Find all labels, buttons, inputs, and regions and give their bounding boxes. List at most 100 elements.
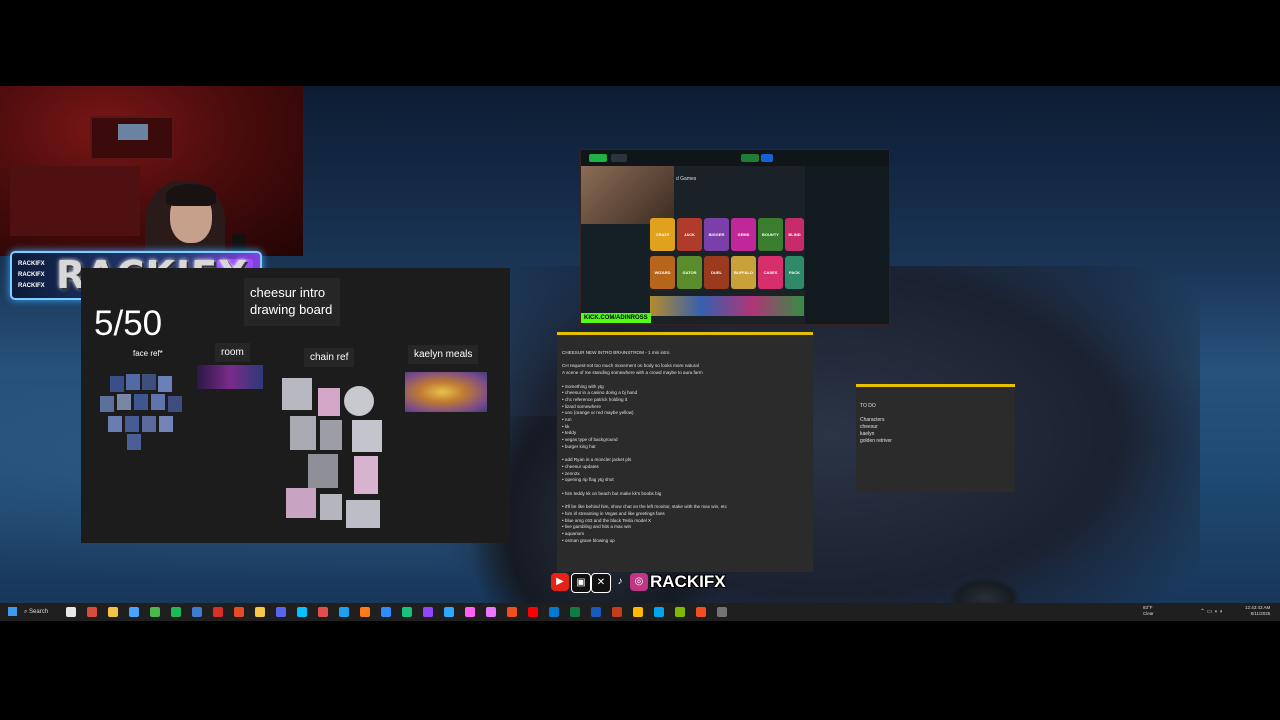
game-tile-label: PACK	[788, 270, 801, 275]
taskbar-app-icon[interactable]	[402, 607, 412, 617]
notes-body[interactable]: CHEESUR NEW INTRO BRAINSTROM - 1 min int…	[562, 350, 727, 544]
taskbar-app-icon[interactable]	[297, 607, 307, 617]
taskbar: ⌕ Search 83°F Clear ⌃ ▭ ◖ ◗ 12:43:43 AM …	[0, 603, 1280, 621]
browser-topbar	[581, 150, 889, 166]
taskbar-clock[interactable]: 12:43:43 AM 8/11/2025	[1245, 605, 1270, 617]
game-tile-label: GATOR	[682, 270, 697, 275]
taskbar-app-icon[interactable]	[633, 607, 643, 617]
note-line: • kk	[562, 423, 570, 429]
taskbar-app-icon[interactable]	[486, 607, 496, 617]
game-tile[interactable]: GEMS	[731, 218, 756, 251]
note-line: CH request-not too much movement on body…	[562, 363, 699, 369]
taskbar-app-icons	[66, 603, 746, 621]
note-line: • it'll be like behind him, show chat on…	[562, 504, 727, 510]
game-tile[interactable]: BIGGER	[704, 218, 729, 251]
todo-item: kaelyn	[860, 431, 875, 437]
socials-overlay: ▶ ▣ ✕ ♪ ◎ RACKIFX	[549, 571, 726, 593]
game-tile[interactable]: BUFFALO	[731, 256, 756, 289]
note-line: • blue amg c63 and the black Tesla model…	[562, 517, 652, 523]
wallpaper-rock	[950, 578, 1020, 603]
taskbar-app-icon[interactable]	[465, 607, 475, 617]
game-tile[interactable]: CRAZY	[650, 218, 675, 251]
game-tile[interactable]: BLIND	[785, 218, 804, 251]
taskbar-app-icon[interactable]	[591, 607, 601, 617]
kaelyn-meals-image[interactable]	[405, 372, 487, 412]
brainstorm-notes-window[interactable]: CHEESUR NEW INTRO BRAINSTROM - 1 min int…	[557, 332, 813, 572]
game-tile[interactable]: DUEL	[704, 256, 729, 289]
note-line	[562, 377, 727, 384]
stream-browser-window[interactable]: d Games CRAZY JACK BIGGER GEMS BOUNTY BL…	[580, 149, 890, 325]
browser-sidebar[interactable]	[581, 220, 649, 324]
game-tile[interactable]: GATOR	[677, 256, 702, 289]
taskbar-app-icon[interactable]	[66, 607, 76, 617]
game-tile[interactable]: BOUNTY	[758, 218, 783, 251]
taskbar-app-icon[interactable]	[213, 607, 223, 617]
taskbar-app-icon[interactable]	[612, 607, 622, 617]
taskbar-app-icon[interactable]	[696, 607, 706, 617]
taskbar-search[interactable]: ⌕ Search	[24, 606, 58, 618]
system-tray-icons[interactable]: ⌃ ▭ ◖ ◗	[1200, 608, 1240, 616]
face-ref-collage[interactable]	[100, 374, 186, 450]
taskbar-app-icon[interactable]	[150, 607, 160, 617]
start-icon[interactable]	[8, 607, 17, 616]
taskbar-app-icon[interactable]	[192, 607, 202, 617]
room-reference-image[interactable]	[197, 365, 263, 389]
taskbar-app-icon[interactable]	[444, 607, 454, 617]
note-line: • lizard somewhere	[562, 403, 601, 409]
todo-title: TO DO	[860, 403, 876, 409]
taskbar-app-icon[interactable]	[528, 607, 538, 617]
taskbar-app-icon[interactable]	[360, 607, 370, 617]
taskbar-app-icon[interactable]	[675, 607, 685, 617]
stream-chat-panel	[805, 166, 889, 324]
note-line	[562, 451, 727, 458]
taskbar-app-icon[interactable]	[129, 607, 139, 617]
twitch-icon: ▣	[571, 573, 591, 593]
note-line: • run	[562, 417, 572, 423]
game-tile-label: GEMS	[737, 232, 750, 237]
taskbar-app-icon[interactable]	[87, 607, 97, 617]
social-handle: RACKIFX	[650, 572, 726, 591]
note-line	[562, 497, 727, 504]
taskbar-app-icon[interactable]	[423, 607, 433, 617]
taskbar-app-icon[interactable]	[108, 607, 118, 617]
taskbar-app-icon[interactable]	[276, 607, 286, 617]
taskbar-weather[interactable]: 83°F Clear	[1143, 605, 1154, 617]
game-tile[interactable]: WIZARD	[650, 256, 675, 289]
kaelyn-meals-label: kaelyn meals	[408, 345, 479, 364]
todo-notes-window[interactable]: TO DO Characters cheesur kaelyn golden r…	[856, 384, 1015, 492]
clock-date: 8/11/2025	[1250, 611, 1271, 616]
note-line: • uno (orange or red maybe yellow)	[562, 410, 634, 416]
game-tile[interactable]: PACK	[785, 256, 804, 289]
note-line: • cheesur updates	[562, 463, 599, 469]
todo-item: cheesur	[860, 424, 878, 430]
game-tile[interactable]: JACK	[677, 218, 702, 251]
taskbar-app-icon[interactable]	[717, 607, 727, 617]
note-line: • Something with ytg	[562, 383, 604, 389]
webcam-person-hair	[166, 184, 216, 206]
taskbar-app-icon[interactable]	[654, 607, 664, 617]
board-counter: 5/50	[94, 304, 163, 343]
taskbar-app-icon[interactable]	[339, 607, 349, 617]
taskbar-app-icon[interactable]	[318, 607, 328, 617]
board-title: cheesur intro drawing board	[244, 278, 340, 326]
taskbar-app-icon[interactable]	[381, 607, 391, 617]
kick-handle-badge: KICK.COM/ADINROSS	[581, 313, 651, 323]
taskbar-app-icon[interactable]	[234, 607, 244, 617]
note-line: • add Ryan in a moncler jacket pls	[562, 457, 632, 463]
logo-mini-line: RACKIFX	[18, 283, 45, 289]
taskbar-app-icon[interactable]	[507, 607, 517, 617]
note-line: CHEESUR NEW INTRO BRAINSTROM - 1 min int…	[562, 350, 670, 355]
game-tile[interactable]: CASES	[758, 256, 783, 289]
weather-desc: Clear	[1143, 611, 1154, 616]
chain-ref-label: chain ref	[304, 348, 355, 367]
note-line: • chc reference patrick holding it	[562, 396, 628, 402]
taskbar-app-icon[interactable]	[171, 607, 181, 617]
note-line: A scene of me standing somewhere with a …	[562, 370, 703, 376]
face-ref-label: face ref*	[133, 349, 163, 358]
chain-ref-collage[interactable]	[280, 376, 385, 528]
taskbar-app-icon[interactable]	[255, 607, 265, 617]
taskbar-app-icon[interactable]	[570, 607, 580, 617]
webcam-monitor-screen	[118, 124, 148, 140]
youtube-icon: ▶	[551, 573, 569, 591]
taskbar-app-icon[interactable]	[549, 607, 559, 617]
